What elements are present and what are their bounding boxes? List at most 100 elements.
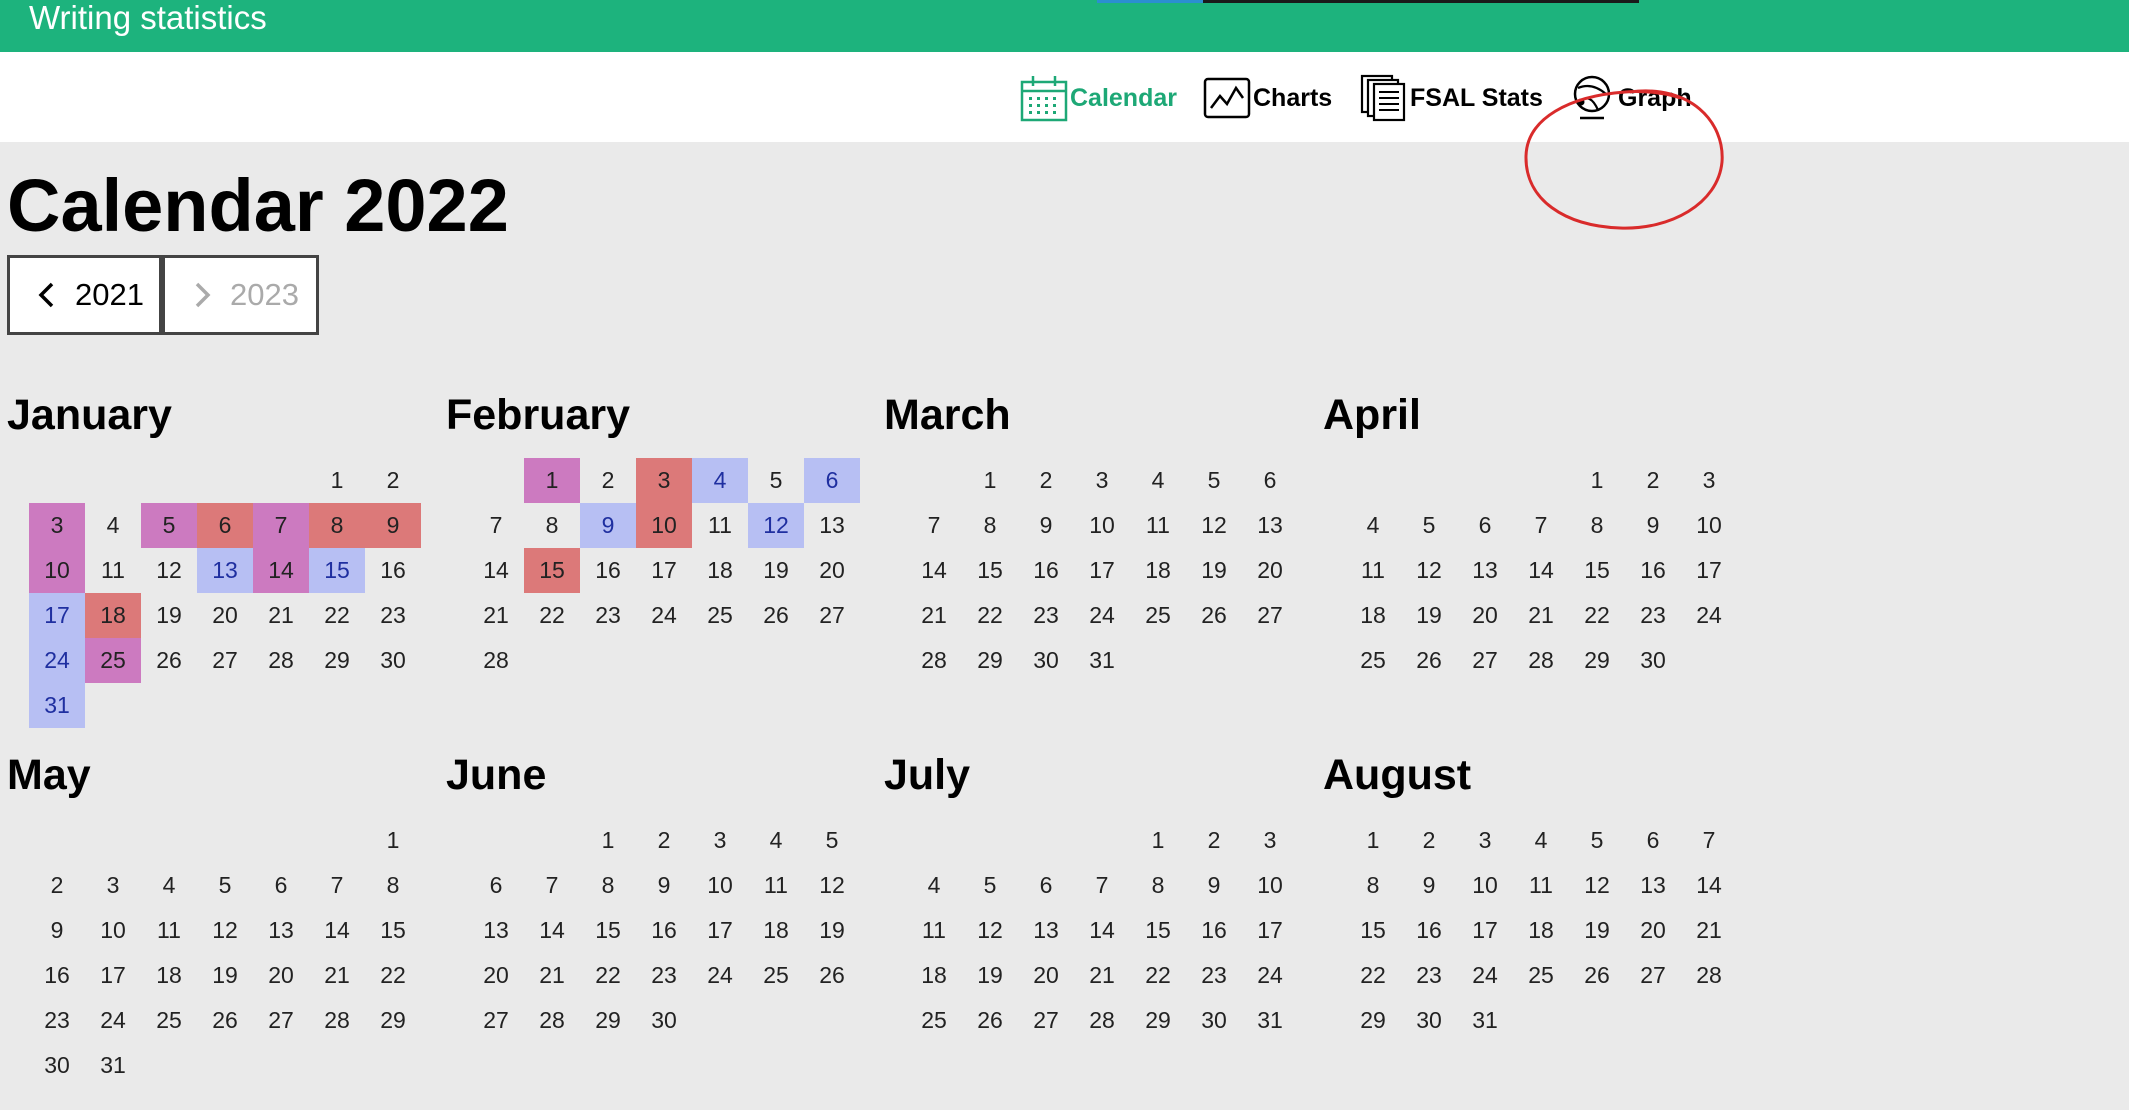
calendar-day[interactable]: 31 [85,1043,141,1088]
calendar-day[interactable]: 17 [636,548,692,593]
calendar-day[interactable]: 23 [636,953,692,998]
calendar-day[interactable]: 2 [1186,818,1242,863]
calendar-day[interactable]: 27 [804,593,860,638]
calendar-day[interactable]: 16 [580,548,636,593]
calendar-day[interactable]: 6 [468,863,524,908]
calendar-day[interactable]: 7 [309,863,365,908]
calendar-day[interactable]: 10 [29,548,85,593]
calendar-day[interactable]: 11 [906,908,962,953]
calendar-day[interactable]: 10 [1074,503,1130,548]
calendar-day[interactable]: 6 [253,863,309,908]
calendar-day[interactable]: 12 [197,908,253,953]
calendar-day[interactable]: 4 [141,863,197,908]
calendar-day[interactable]: 9 [636,863,692,908]
calendar-day[interactable]: 2 [636,818,692,863]
calendar-day[interactable]: 15 [580,908,636,953]
calendar-day[interactable]: 5 [1569,818,1625,863]
calendar-day[interactable]: 2 [1401,818,1457,863]
calendar-day[interactable]: 25 [906,998,962,1043]
calendar-day[interactable]: 30 [636,998,692,1043]
calendar-day[interactable]: 25 [748,953,804,998]
calendar-day[interactable]: 12 [962,908,1018,953]
calendar-day[interactable]: 25 [141,998,197,1043]
calendar-day[interactable]: 18 [1130,548,1186,593]
calendar-day[interactable]: 14 [253,548,309,593]
calendar-day[interactable]: 18 [748,908,804,953]
calendar-day[interactable]: 16 [1018,548,1074,593]
calendar-day[interactable]: 29 [1130,998,1186,1043]
calendar-day[interactable]: 3 [29,503,85,548]
calendar-day[interactable]: 10 [1681,503,1737,548]
calendar-day[interactable]: 11 [1130,503,1186,548]
calendar-day[interactable]: 10 [1242,863,1298,908]
calendar-day[interactable]: 16 [365,548,421,593]
calendar-day[interactable]: 5 [1186,458,1242,503]
calendar-day[interactable]: 28 [1513,638,1569,683]
calendar-day[interactable]: 4 [748,818,804,863]
calendar-day[interactable]: 14 [1074,908,1130,953]
calendar-day[interactable]: 20 [1625,908,1681,953]
calendar-day[interactable]: 8 [1130,863,1186,908]
calendar-day[interactable]: 8 [309,503,365,548]
calendar-day[interactable]: 1 [1130,818,1186,863]
calendar-day[interactable]: 9 [1401,863,1457,908]
calendar-day[interactable]: 24 [692,953,748,998]
calendar-day[interactable]: 31 [29,683,85,728]
calendar-day[interactable]: 15 [309,548,365,593]
calendar-day[interactable]: 1 [365,818,421,863]
calendar-day[interactable]: 9 [580,503,636,548]
calendar-day[interactable]: 21 [1513,593,1569,638]
calendar-day[interactable]: 22 [1345,953,1401,998]
calendar-day[interactable]: 19 [1401,593,1457,638]
calendar-day[interactable]: 25 [85,638,141,683]
calendar-day[interactable]: 7 [1513,503,1569,548]
calendar-day[interactable]: 19 [141,593,197,638]
calendar-day[interactable]: 24 [29,638,85,683]
calendar-day[interactable]: 29 [309,638,365,683]
calendar-day[interactable]: 19 [804,908,860,953]
calendar-day[interactable]: 19 [1186,548,1242,593]
calendar-day[interactable]: 25 [692,593,748,638]
calendar-day[interactable]: 18 [692,548,748,593]
calendar-day[interactable]: 27 [468,998,524,1043]
calendar-day[interactable]: 20 [1018,953,1074,998]
calendar-day[interactable]: 23 [1018,593,1074,638]
calendar-day[interactable]: 19 [1569,908,1625,953]
calendar-day[interactable]: 4 [1130,458,1186,503]
calendar-day[interactable]: 1 [309,458,365,503]
calendar-day[interactable]: 9 [365,503,421,548]
calendar-day[interactable]: 23 [1186,953,1242,998]
calendar-day[interactable]: 18 [906,953,962,998]
calendar-day[interactable]: 17 [29,593,85,638]
calendar-day[interactable]: 18 [1345,593,1401,638]
calendar-day[interactable]: 29 [1569,638,1625,683]
calendar-day[interactable]: 3 [1074,458,1130,503]
calendar-day[interactable]: 22 [1130,953,1186,998]
calendar-day[interactable]: 1 [1345,818,1401,863]
calendar-day[interactable]: 9 [1625,503,1681,548]
calendar-day[interactable]: 23 [1625,593,1681,638]
calendar-day[interactable]: 6 [1625,818,1681,863]
calendar-day[interactable]: 6 [804,458,860,503]
calendar-day[interactable]: 10 [1457,863,1513,908]
calendar-day[interactable]: 11 [748,863,804,908]
calendar-day[interactable]: 17 [1242,908,1298,953]
calendar-day[interactable]: 28 [1681,953,1737,998]
calendar-day[interactable]: 22 [1569,593,1625,638]
calendar-day[interactable]: 5 [197,863,253,908]
calendar-day[interactable]: 15 [524,548,580,593]
calendar-day[interactable]: 30 [1186,998,1242,1043]
calendar-day[interactable]: 12 [804,863,860,908]
calendar-day[interactable]: 14 [524,908,580,953]
calendar-day[interactable]: 24 [1681,593,1737,638]
next-year-button[interactable]: 2023 [162,255,319,335]
calendar-day[interactable]: 16 [29,953,85,998]
calendar-day[interactable]: 15 [1345,908,1401,953]
calendar-day[interactable]: 10 [636,503,692,548]
calendar-day[interactable]: 8 [524,503,580,548]
calendar-day[interactable]: 23 [1401,953,1457,998]
calendar-day[interactable]: 21 [1074,953,1130,998]
tab-graph[interactable]: Graph [1568,74,1692,122]
calendar-day[interactable]: 4 [906,863,962,908]
calendar-day[interactable]: 26 [804,953,860,998]
